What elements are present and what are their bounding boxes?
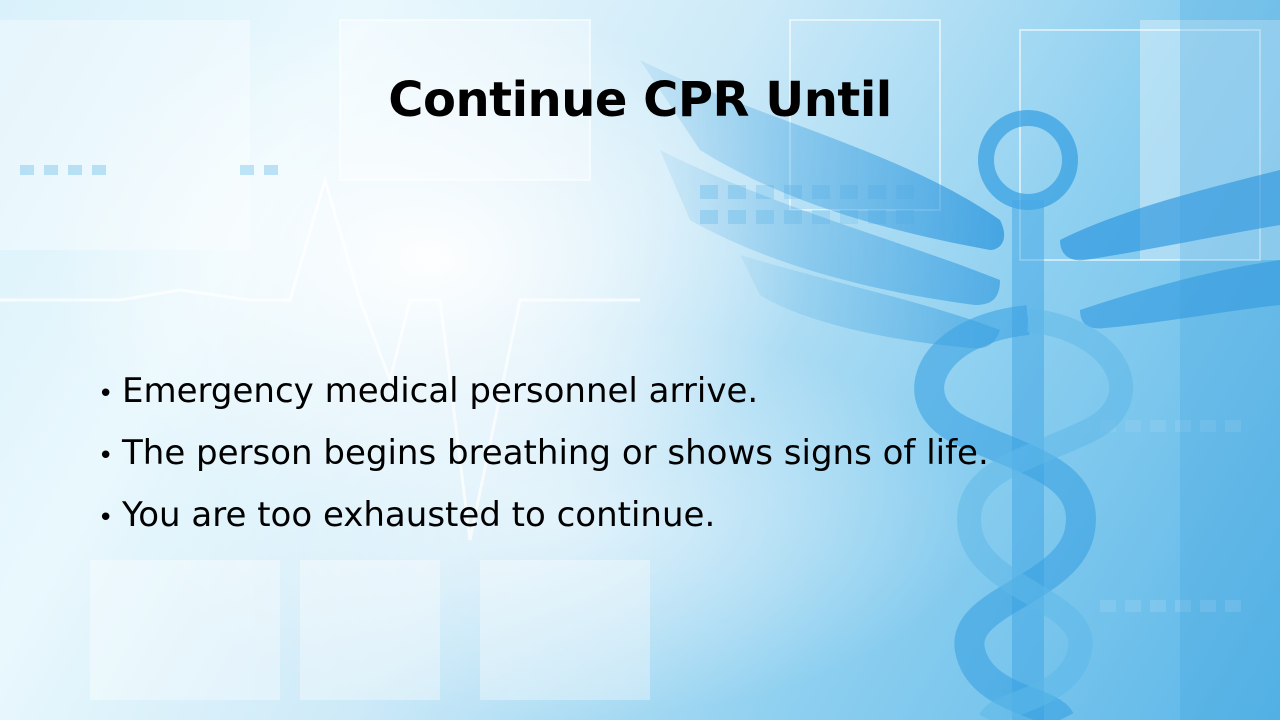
bullet-icon: • xyxy=(98,503,114,533)
bullet-text: You are too exhausted to continue. xyxy=(122,495,716,535)
list-item: • Emergency medical personnel arrive. xyxy=(98,362,989,424)
bullet-icon: • xyxy=(98,379,114,409)
bullet-text: Emergency medical personnel arrive. xyxy=(122,371,759,411)
bullet-text: The person begins breathing or shows sig… xyxy=(122,433,989,473)
list-item: • You are too exhausted to continue. xyxy=(98,486,989,548)
bullet-list: • Emergency medical personnel arrive. • … xyxy=(98,362,989,548)
slide: Continue CPR Until • Emergency medical p… xyxy=(0,0,1280,720)
slide-title: Continue CPR Until xyxy=(388,72,892,128)
list-item: • The person begins breathing or shows s… xyxy=(98,424,989,486)
bullet-icon: • xyxy=(98,441,114,471)
